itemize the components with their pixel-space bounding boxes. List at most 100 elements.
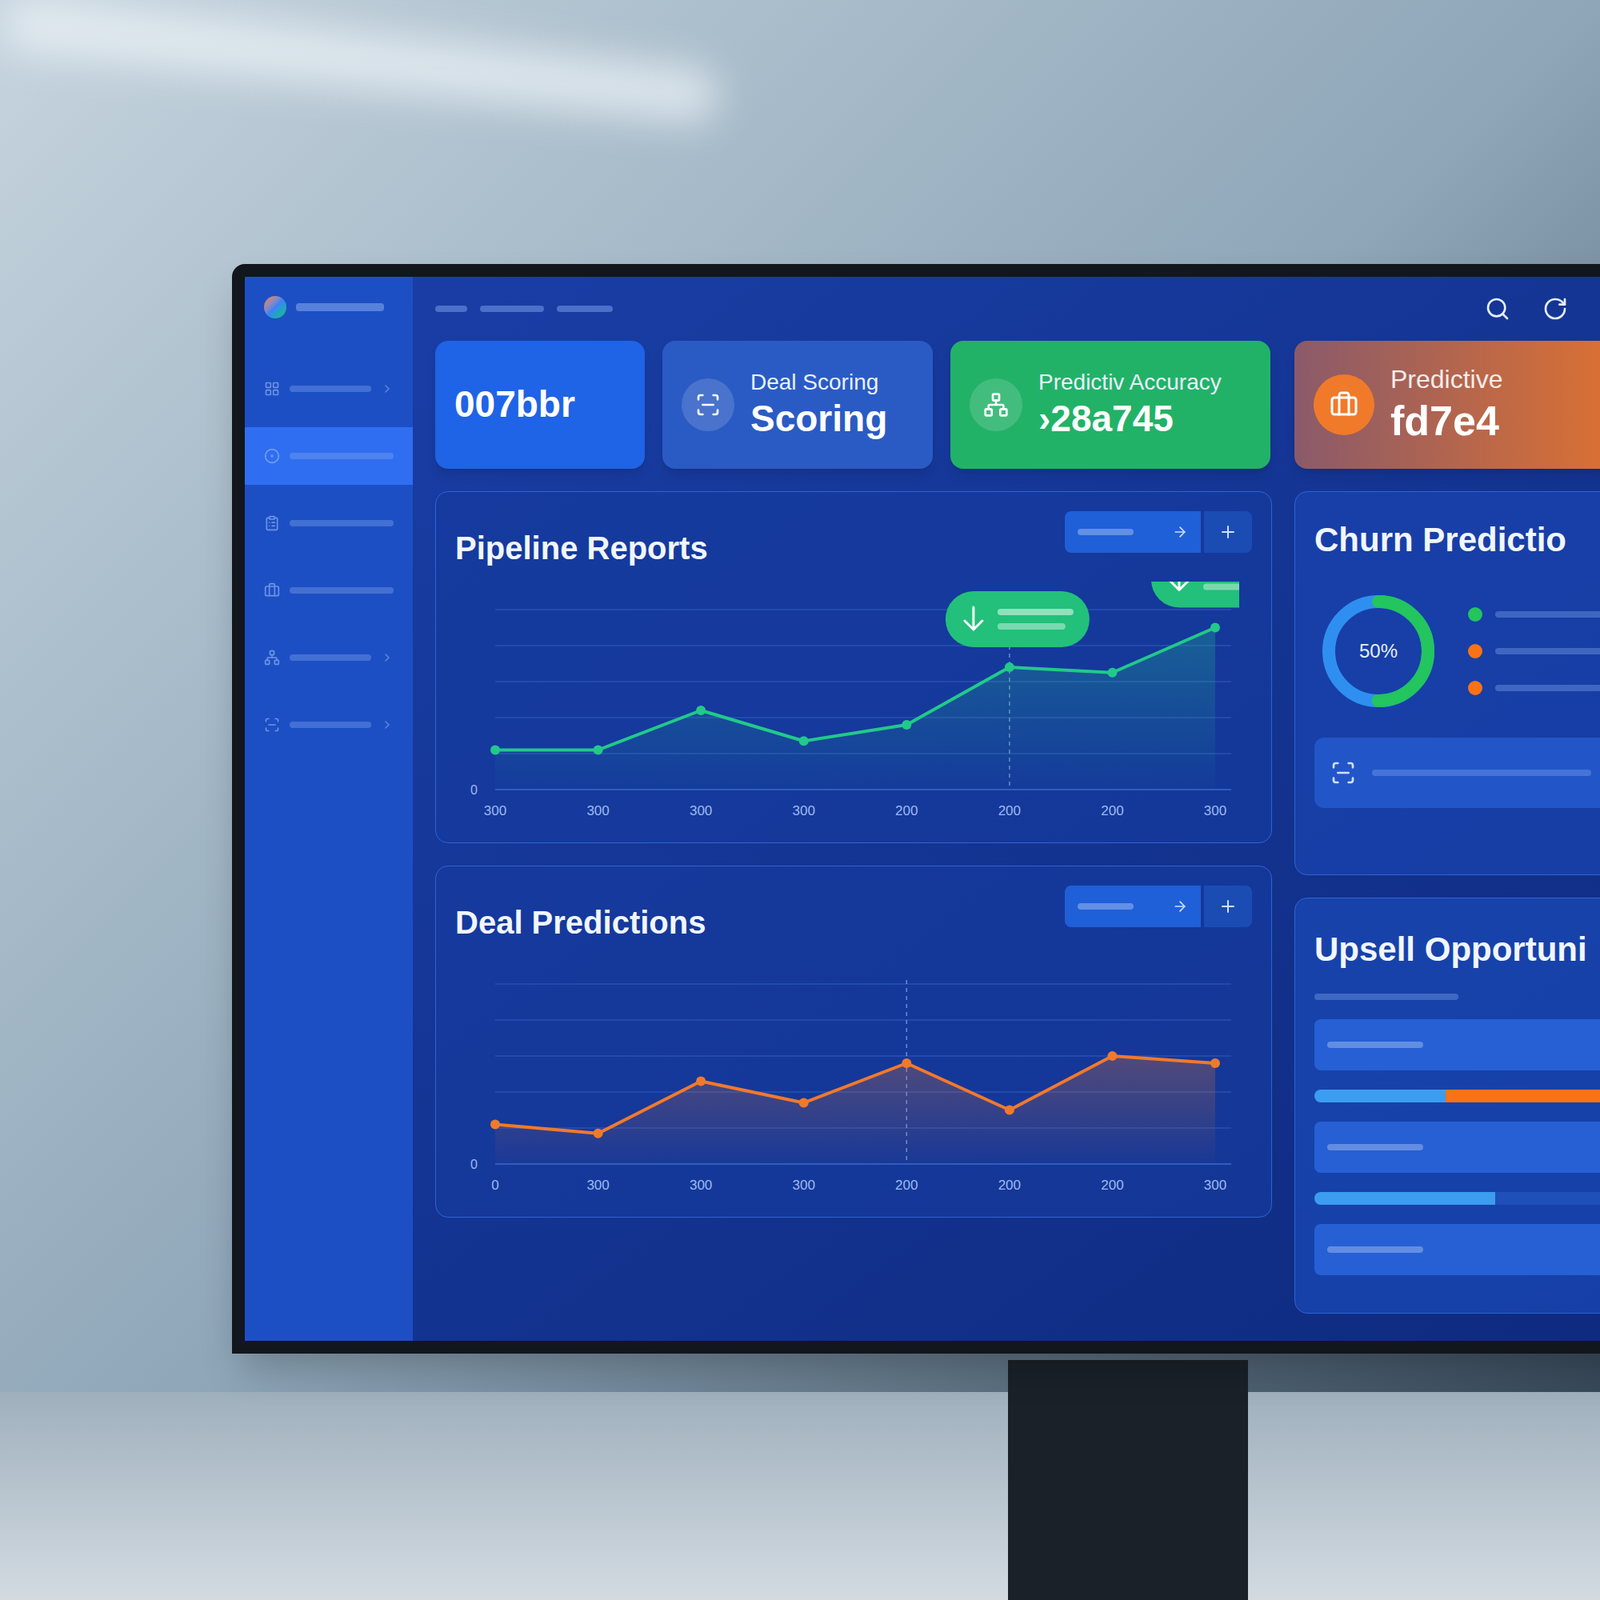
y-tick: 0: [470, 1157, 478, 1172]
chevron-right-icon: [380, 718, 394, 732]
chart-point[interactable]: [1107, 668, 1117, 678]
chart-panel: Pipeline Reports030030030030020020020030…: [435, 491, 1272, 844]
upsell-bar: [1314, 1089, 1600, 1103]
annotation-badge[interactable]: [1151, 581, 1240, 608]
annotation-badge[interactable]: [945, 591, 1090, 648]
menu-icon: [264, 448, 280, 464]
add-button[interactable]: [1204, 885, 1252, 928]
range-dropdown[interactable]: [1064, 885, 1201, 928]
chart-point[interactable]: [799, 1098, 809, 1108]
chart-point[interactable]: [1210, 1058, 1220, 1068]
x-tick: 300: [792, 1177, 816, 1193]
grid-line: [495, 983, 1232, 985]
grid-line: [495, 644, 1232, 647]
kpi-value: fd7e4: [1390, 395, 1504, 448]
menu-icon: [264, 582, 280, 599]
top-bar: [435, 276, 1600, 341]
chart-area: [495, 1056, 1216, 1164]
chevron-right-icon: [380, 382, 394, 396]
bar-fill: [1314, 1192, 1496, 1205]
select-icon: [1330, 760, 1356, 786]
chart-point[interactable]: [1004, 662, 1015, 672]
x-tick: 300: [484, 803, 507, 819]
chart-point[interactable]: [901, 720, 912, 730]
chevron-right-icon: [380, 651, 394, 664]
kpi-value: 007bbr: [454, 381, 576, 428]
main: 007bbr Deal ScoringScoringPredictiv Accur…: [412, 276, 1600, 1341]
menu-icon: [264, 515, 280, 532]
chart-point[interactable]: [1107, 1051, 1117, 1061]
kpi-card[interactable]: Deal ScoringScoring: [662, 340, 933, 469]
chart-point[interactable]: [593, 745, 604, 756]
refresh-icon[interactable]: [1542, 296, 1568, 322]
chart-point[interactable]: [490, 1120, 500, 1130]
kpi-row: 007bbr Deal ScoringScoringPredictiv Accur…: [435, 340, 1272, 469]
sidebar-item[interactable]: [244, 494, 413, 552]
kpi-card[interactable]: 007bbr: [435, 340, 645, 469]
x-tick: 200: [895, 803, 918, 819]
panel-title: Deal Predictions: [455, 885, 706, 947]
arrow-right-icon: [1172, 898, 1188, 915]
x-tick: 200: [1100, 803, 1124, 819]
upsell-row[interactable]: [1314, 1224, 1600, 1276]
donut-reading: 50%: [1314, 587, 1443, 716]
kpi-value: ›28a745: [1038, 396, 1222, 443]
monitor-stand: [1008, 1360, 1248, 1600]
kpi-label: Predictive: [1390, 363, 1504, 396]
ceiling-light: [0, 0, 721, 126]
x-tick: 300: [1204, 803, 1227, 819]
kpi-value: Scoring: [750, 396, 888, 443]
chart-point[interactable]: [490, 745, 500, 756]
upsell-row[interactable]: [1314, 1121, 1600, 1173]
chart-point[interactable]: [901, 1058, 912, 1068]
arrow-down-icon: [1170, 581, 1188, 591]
chart-point[interactable]: [593, 1128, 604, 1139]
x-tick: 200: [1100, 1177, 1124, 1193]
x-tick: 200: [998, 1177, 1021, 1193]
kpi-icon: [695, 392, 721, 418]
plus-icon: [1218, 522, 1238, 542]
left-column: 007bbr Deal ScoringScoringPredictiv Accur…: [435, 340, 1272, 1314]
upsell-row[interactable]: [1314, 1019, 1600, 1071]
sidebar-item[interactable]: [244, 696, 413, 754]
upsell-bar: [1314, 1192, 1600, 1205]
line-chart: 0300300300300200200200300: [455, 581, 1240, 830]
panel-title: Churn Predictio: [1314, 514, 1600, 565]
chart-point[interactable]: [696, 705, 706, 716]
chart-point[interactable]: [799, 736, 809, 746]
x-tick: 200: [895, 1177, 918, 1193]
legend-item: [1468, 680, 1600, 696]
x-tick: 200: [998, 803, 1021, 819]
kpi-card[interactable]: Predictiv Accuracy›28a745: [950, 340, 1271, 469]
arrow-right-icon: [1172, 524, 1188, 540]
add-button[interactable]: [1204, 511, 1252, 553]
menu-icon: [264, 649, 280, 666]
sidebar-item[interactable]: [244, 360, 413, 418]
chart-point[interactable]: [696, 1076, 706, 1087]
churn-select[interactable]: [1314, 737, 1600, 808]
range-dropdown[interactable]: [1064, 511, 1201, 553]
chart-toolbar: [1064, 511, 1252, 553]
chart-point[interactable]: [1210, 623, 1220, 633]
legend-item: [1468, 644, 1600, 659]
sidebar-item[interactable]: [244, 427, 413, 485]
search-icon[interactable]: [1484, 296, 1511, 322]
chart-point[interactable]: [1004, 1105, 1015, 1116]
kpi-card[interactable]: Predictivefd7e4: [1294, 340, 1600, 469]
chart-line: [495, 1056, 1216, 1134]
chart-line: [495, 628, 1216, 751]
sidebar-item[interactable]: [244, 628, 413, 687]
grid-line: [495, 608, 1232, 611]
upsell-panel: Upsell Opportuni: [1294, 897, 1600, 1314]
kpi-icon: [983, 392, 1009, 418]
x-tick: 300: [689, 803, 712, 819]
y-tick: 0: [470, 783, 478, 797]
desk: [0, 1392, 1600, 1600]
x-tick: 300: [792, 803, 816, 819]
menu-icon: [264, 716, 280, 733]
legend: [1468, 607, 1600, 696]
logo-icon: [264, 296, 287, 319]
sidebar-item[interactable]: [244, 561, 413, 620]
logo: [244, 296, 413, 351]
photo: 007bbr Deal ScoringScoringPredictiv Accur…: [0, 0, 1600, 1600]
